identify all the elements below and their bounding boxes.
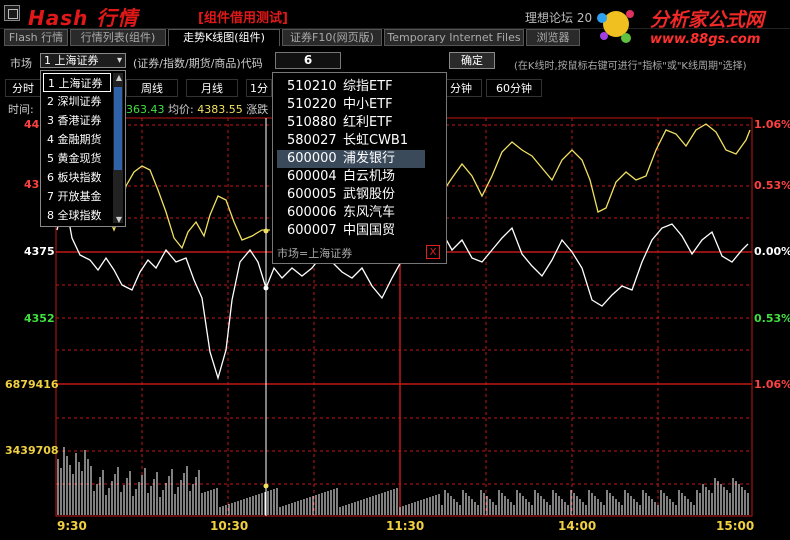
stock-code: 600004 [287,169,337,184]
market-option-shenzhen[interactable]: 2 深圳证券 [43,92,111,111]
code-label: (证券/指数/期货/商品)代码 [133,57,263,70]
market-option-global[interactable]: 8 全球指数 [43,206,111,225]
current-price: 363.43 [126,103,165,116]
stock-code: 510220 [287,97,337,112]
period-tab-60min[interactable]: 60分钟 [486,79,542,97]
pct-label-top: 1.06% [754,118,790,131]
stock-name: 综指ETF [343,79,393,94]
volume-label-mid: 3439708 [5,444,59,457]
tab-flash-quotes[interactable]: Flash 行情 [4,29,68,46]
stock-lookup-popup[interactable]: 510210 综指ETF 510220 中小ETF 510880 红利ETF 5800… [272,72,447,264]
market-option-shanghai[interactable]: 1 上海证券 [43,73,111,92]
logo-url: www.88gs.com [650,32,761,47]
stock-name: 浦发银行 [343,151,396,166]
pct-label-volume: 1.06% [754,378,790,391]
pct-label-base: 0.00% [754,245,790,258]
tab-quote-list[interactable]: 行情列表(组件) [70,29,166,46]
cursor-dot [263,285,269,291]
scroll-up-icon[interactable]: ▲ [116,73,122,82]
code-input[interactable]: 6 [275,52,341,69]
time-label-1130: 11:30 [386,519,425,533]
stock-code: 600007 [287,223,337,238]
time-label: 时间: [8,103,34,116]
stock-code: 600006 [287,205,337,220]
price-label-top: 44 [24,118,40,131]
stock-code: 510210 [287,79,337,94]
stock-row[interactable]: 600007 中国国贸 [277,222,425,240]
avg-price: 4383.55 [197,103,243,116]
stock-code: 580027 [287,133,337,148]
market-option-hongkong[interactable]: 3 香港证券 [43,111,111,130]
avg-line [443,123,751,213]
stock-code: 600005 [287,187,337,202]
cursor-dot [263,483,269,489]
confirm-button[interactable]: 确定 [449,52,495,69]
market-option-futures[interactable]: 4 金融期货 [43,130,111,149]
app-brand: Hash 行情 [28,6,139,30]
time-label-1400: 14:00 [558,519,597,533]
period-tab-week[interactable]: 周线 [126,79,178,97]
market-select[interactable]: 1 上海证券 [40,53,126,68]
cursor-dot [263,228,269,234]
stock-row[interactable]: 600005 武钢股份 [277,186,425,204]
time-label-1030: 10:30 [210,519,249,533]
pct-label-lower: 0.53% [754,312,790,325]
market-option-gold[interactable]: 5 黄金现货 [43,149,111,168]
volume-label-max: 6879416 [5,378,59,391]
tab-temp-files[interactable]: Temporary Internet Files [384,29,524,46]
period-tab-timeshare[interactable]: 分时 [5,79,41,97]
period-tab-1min[interactable]: 1分 [246,79,272,97]
time-label-0930: 9:30 [57,519,87,533]
popup-footer: 市场=上海证券 [277,247,353,260]
market-dropdown[interactable]: 1 上海证券 2 深圳证券 3 香港证券 4 金融期货 5 黄金现货 6 板块指… [40,70,126,227]
info-line: 时间: [8,101,34,117]
stock-row[interactable]: 580027 长虹CWB1 [277,132,425,150]
tab-chart[interactable]: 走势K线图(组件) [168,29,280,46]
stock-name: 白云机场 [343,169,396,184]
forum-label: 理想论坛 20 [525,11,593,25]
market-option-sector[interactable]: 6 板块指数 [43,168,111,187]
stock-code: 600000 [287,151,337,166]
dropdown-scroll-thumb[interactable] [114,87,122,170]
stock-row[interactable]: 510220 中小ETF [277,96,425,114]
time-label-1500: 15:00 [716,519,755,533]
change-label: 涨跌 [246,103,269,116]
stock-name: 东风汽车 [343,205,396,220]
pct-label-upper: 0.53% [754,179,790,192]
app-icon [4,5,20,21]
stock-row-selected[interactable]: 600000 浦发银行 [277,150,425,168]
stock-name: 红利ETF [343,115,393,130]
close-icon[interactable]: X [426,245,440,259]
stock-name: 中小ETF [343,97,393,112]
stock-row[interactable]: 600006 东风汽车 [277,204,425,222]
stock-row[interactable]: 510880 红利ETF [277,114,425,132]
stock-code: 510880 [287,115,337,130]
price-label-upper: 43 [24,178,40,191]
tab-f10[interactable]: 证券F10(网页版) [282,29,382,46]
stock-name: 长虹CWB1 [343,133,409,148]
market-option-fund[interactable]: 7 开放基金 [43,187,111,206]
hint-text: (在K线时,按鼠标右键可进行"指标"或"K线周期"选择) [514,61,747,72]
market-label: 市场 [10,57,32,70]
tab-browser[interactable]: 浏览器 [526,29,580,46]
period-tab-month[interactable]: 月线 [186,79,238,97]
price-info: 363.43 均价: 4383.55 涨跌 [126,101,268,117]
scroll-down-icon[interactable]: ▼ [116,215,122,224]
logo-name: 分析家公式网 [650,9,765,31]
app-subtitle: [组件借用测试] [198,11,288,26]
stock-name: 武钢股份 [343,187,396,202]
price-label-lower: 4352 [24,312,55,325]
price-label-base: 4375 [24,245,55,258]
stock-row[interactable]: 510210 综指ETF [277,78,425,96]
stock-name: 中国国贸 [343,223,396,238]
stock-row[interactable]: 600004 白云机场 [277,168,425,186]
avg-label: 均价: [168,103,194,116]
